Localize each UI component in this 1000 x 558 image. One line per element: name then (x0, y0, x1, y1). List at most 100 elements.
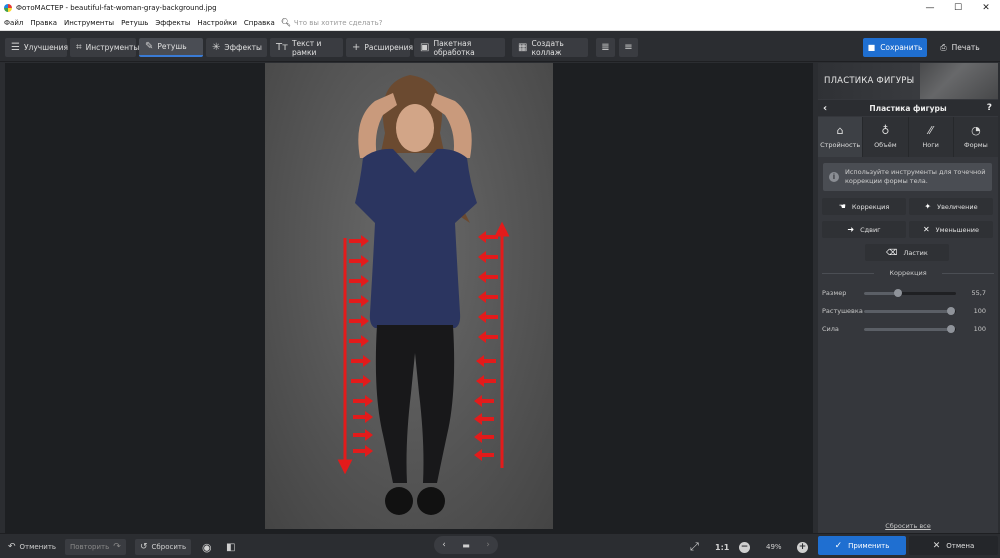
collage-label: Создать коллаж (531, 38, 564, 57)
undo-button[interactable]: ↶ Отменить (8, 539, 56, 555)
folder-icon[interactable]: ▬ (462, 541, 470, 550)
tab-legs[interactable]: ⁄⁄ Ноги (909, 117, 954, 157)
tab-effects[interactable]: ✳ Эффекты (206, 38, 267, 57)
tab-retouch[interactable]: ✎ Ретушь (139, 38, 203, 57)
shrink-tool-button[interactable]: ✕ Уменьшение (909, 221, 993, 238)
slider-label: Сила (822, 325, 839, 333)
close-button[interactable]: ✕ (972, 0, 1000, 15)
figure-plastic-panel: ПЛАСТИКА ФИГУРЫ ‹ Пластика фигуры ? ⌂ Ст… (818, 63, 998, 533)
save-button[interactable]: ■ Сохранить (863, 38, 927, 57)
collage-icon: ▦ (518, 41, 528, 53)
menu-tools[interactable]: Инструменты (60, 19, 117, 27)
tab-slimness[interactable]: ⌂ Стройность (818, 117, 864, 157)
tab-volume[interactable]: ♁ Объём (863, 117, 909, 157)
reset-label: Сбросить (151, 543, 187, 551)
zoom-1-1-button[interactable]: 1:1 (715, 539, 729, 555)
slider-fill (864, 309, 952, 313)
redo-icon: ↷ (113, 542, 121, 552)
fit-screen-icon[interactable]: ⤢ (690, 539, 699, 555)
photo-illustration (337, 75, 510, 515)
cancel-button[interactable]: ✕ Отмена (909, 536, 998, 555)
tab-tools[interactable]: ⌗ Инструменты (70, 38, 139, 57)
enlarge-icon: ✦ (924, 202, 932, 211)
minimize-button[interactable]: — (916, 0, 944, 15)
enlarge-tool-button[interactable]: ✦ Увеличение (909, 198, 993, 215)
slider-knob[interactable] (947, 306, 956, 315)
menu-settings[interactable]: Настройки (193, 19, 240, 27)
magic-wand-icon: ✳ (212, 41, 221, 53)
eraser-tool-button[interactable]: ⌫ Ластик (865, 244, 949, 261)
maximize-button[interactable]: ☐ (944, 0, 972, 15)
sliders-icon: ☰ (11, 41, 20, 53)
minus-icon: − (739, 541, 750, 553)
crop-icon: ⌗ (76, 41, 82, 53)
batch-label: Пакетная обработка (433, 38, 475, 57)
tab-label: Текст и рамки (291, 38, 322, 57)
volume-icon: ♁ (881, 124, 890, 137)
tool-label: Увеличение (937, 202, 978, 211)
slider-value: 100 (973, 325, 986, 333)
prev-chevron-icon[interactable]: ‹ (442, 540, 446, 550)
zoom-out-button[interactable]: − (739, 539, 750, 555)
shapes-icon: ◔ (971, 124, 981, 137)
menu-help[interactable]: Справка (240, 19, 278, 27)
reset-all-link[interactable]: Сбросить все (818, 522, 998, 530)
title-bar: ФотоМАСТЕР - beautiful-fat-woman-gray-ba… (0, 0, 1000, 15)
create-collage-button[interactable]: ▦ Создать коллаж (512, 38, 588, 57)
printer-icon: ⎙ (940, 42, 947, 52)
history-icon: ≣ (601, 41, 610, 53)
tab-enhancements[interactable]: ☰ Улучшения (5, 38, 68, 57)
slider-track[interactable] (864, 306, 956, 315)
shift-tool-button[interactable]: ➜ Сдвиг (822, 221, 906, 238)
slider-track[interactable] (864, 324, 956, 333)
menu-search[interactable]: 🔍︎ Что вы хотите сделать? (281, 18, 383, 27)
slider-knob[interactable] (894, 288, 903, 297)
slider-feather[interactable]: Растушевка 100 (822, 306, 992, 316)
preview-eye-icon[interactable]: ◉ (202, 539, 212, 555)
panel-subheader-title: Пластика фигуры (869, 103, 947, 113)
tab-text-frames[interactable]: Tт Текст и рамки (270, 38, 343, 57)
zoom-level: 49% (766, 543, 782, 551)
floppy-icon: ■ (867, 43, 876, 52)
arrow-right-icon: ➜ (847, 225, 855, 234)
menu-bar: Файл Правка Инструменты Ретушь Эффекты Н… (0, 15, 1000, 31)
batch-processing-button[interactable]: ▣ Пакетная обработка (414, 38, 505, 57)
tool-label: Коррекция (851, 202, 890, 211)
help-icon[interactable]: ? (987, 103, 992, 113)
compare-button[interactable]: ≡ (619, 38, 638, 57)
check-icon: ✓ (834, 540, 843, 551)
body-slim-icon: ⌂ (836, 124, 844, 137)
tab-label: Стройность (820, 141, 861, 149)
history-button[interactable]: ≣ (596, 38, 615, 57)
slider-size[interactable]: Размер 55,7 (822, 288, 992, 298)
tab-shapes[interactable]: ◔ Формы (954, 117, 998, 157)
menu-edit[interactable]: Правка (26, 19, 60, 27)
reset-button[interactable]: ↺ Сбросить (135, 539, 192, 555)
apply-label: Применить (848, 541, 890, 550)
undo-icon: ↶ (8, 542, 16, 552)
slider-strength[interactable]: Сила 100 (822, 324, 992, 334)
correction-tool-button[interactable]: ☚ Коррекция (822, 198, 906, 215)
menu-retouch[interactable]: Ретушь (117, 19, 151, 27)
next-chevron-icon[interactable]: › (486, 540, 490, 550)
tool-label: Сдвиг (860, 225, 881, 234)
main-toolbar: ☰ Улучшения ⌗ Инструменты ✎ Ретушь ✳ Эфф… (0, 32, 1000, 62)
zoom-in-button[interactable]: + (797, 539, 808, 555)
back-chevron-icon[interactable]: ‹ (823, 103, 827, 114)
menu-file[interactable]: Файл (0, 19, 26, 27)
search-icon: 🔍︎ (280, 18, 291, 27)
brush-icon: ✎ (145, 40, 154, 52)
app-logo-icon (4, 3, 12, 12)
menu-effects[interactable]: Эффекты (151, 19, 193, 27)
tab-extensions[interactable]: + Расширения (346, 38, 413, 57)
text-icon: Tт (276, 41, 288, 53)
print-button[interactable]: ⎙ Печать (930, 38, 990, 57)
search-input[interactable]: Что вы хотите сделать? (294, 19, 383, 27)
redo-button[interactable]: Повторить ↷ (65, 539, 126, 555)
slider-knob[interactable] (947, 324, 956, 333)
close-icon: ✕ (932, 540, 941, 551)
photo-preview[interactable] (265, 63, 553, 529)
apply-button[interactable]: ✓ Применить (818, 536, 906, 555)
before-after-icon[interactable]: ◧ (226, 539, 235, 555)
slider-track[interactable] (864, 288, 956, 297)
